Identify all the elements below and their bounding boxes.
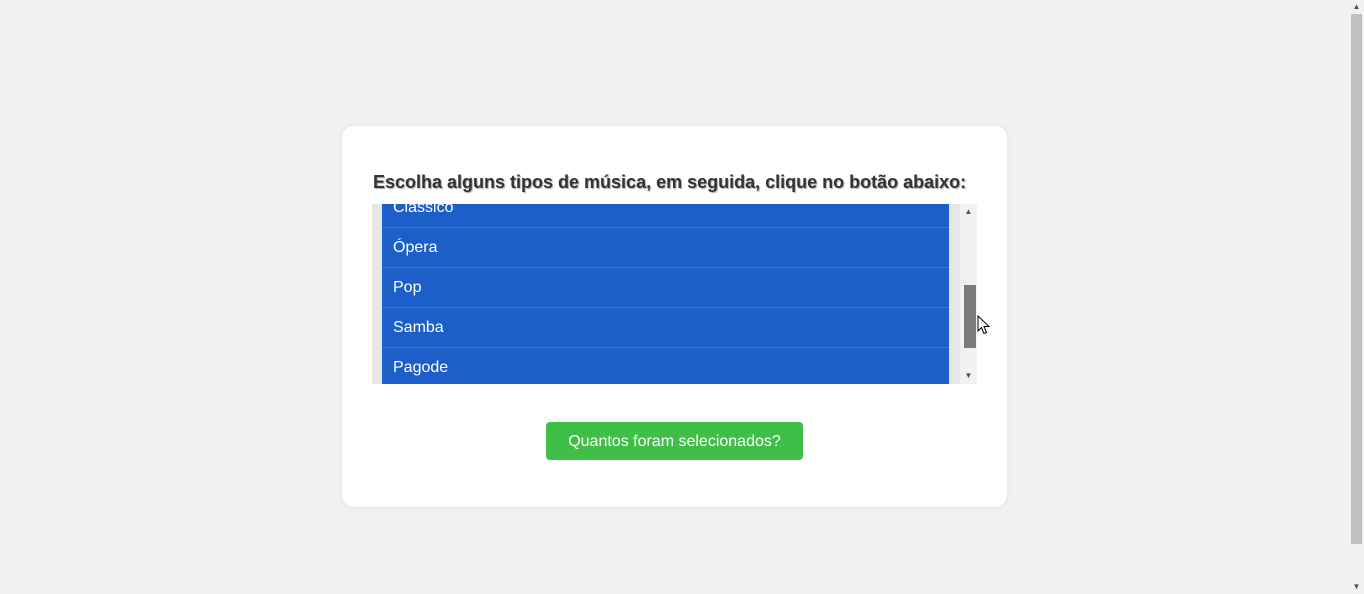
page-scroll-down-icon[interactable]: ▼ [1349, 580, 1364, 594]
form-prompt: Escolha alguns tipos de música, em segui… [373, 172, 967, 192]
count-selected-button[interactable]: Quantos foram selecionados? [546, 422, 803, 460]
option-pagode[interactable]: Pagode [382, 348, 949, 384]
option-samba[interactable]: Samba [382, 308, 949, 348]
select-scrollbar[interactable]: ▲ ▼ [960, 204, 977, 384]
option-pop[interactable]: Pop [382, 268, 949, 308]
select-scroll-thumb[interactable] [964, 285, 976, 348]
scroll-down-arrow-icon[interactable]: ▼ [960, 368, 977, 384]
music-options: Clássico Ópera Pop Samba Pagode [382, 204, 949, 384]
page-scrollbar[interactable]: ▲ ▼ [1349, 0, 1364, 594]
option-opera[interactable]: Ópera [382, 228, 949, 268]
page: Escolha alguns tipos de música, em segui… [0, 0, 1364, 594]
page-scroll-up-icon[interactable]: ▲ [1349, 0, 1364, 14]
mouse-cursor-icon [977, 315, 991, 335]
option-classico[interactable]: Clássico [382, 204, 949, 228]
music-select[interactable]: Clássico Ópera Pop Samba Pagode ▲ ▼ [372, 204, 977, 384]
form-card: Escolha alguns tipos de música, em segui… [342, 126, 1007, 507]
page-scroll-thumb[interactable] [1351, 14, 1362, 544]
scroll-up-arrow-icon[interactable]: ▲ [960, 204, 977, 220]
